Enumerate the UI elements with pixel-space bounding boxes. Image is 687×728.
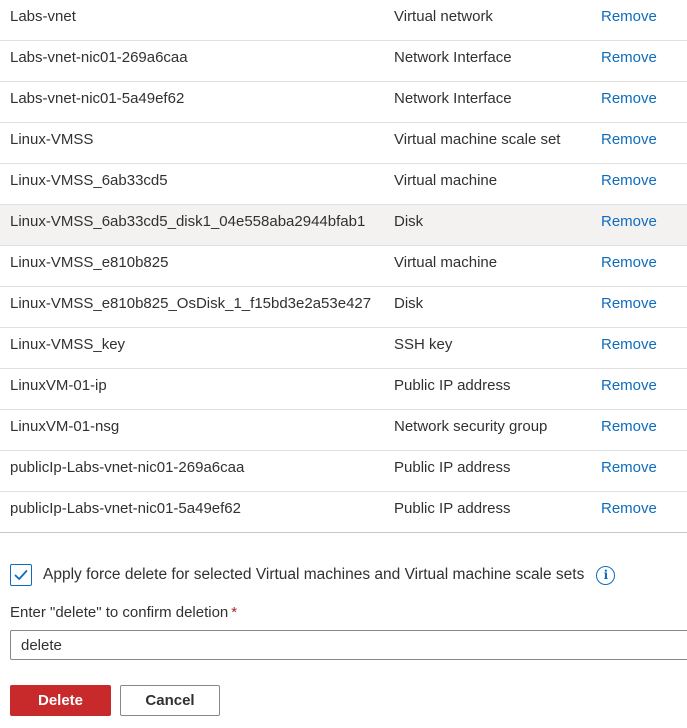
table-row: publicIp-Labs-vnet-nic01-269a6caa Public …	[0, 451, 687, 492]
remove-link[interactable]: Remove	[601, 287, 657, 327]
table-row: LinuxVM-01-nsg Network security group Remo…	[0, 410, 687, 451]
table-row: publicIp-Labs-vnet-nic01-5a49ef62 Public …	[0, 492, 687, 533]
remove-link[interactable]: Remove	[601, 205, 657, 245]
resource-type: Network Interface	[394, 90, 512, 107]
resource-name: publicIp-Labs-vnet-nic01-5a49ef62	[10, 500, 241, 517]
resource-name: Linux-VMSS_e810b825	[10, 254, 169, 271]
resource-name: Labs-vnet-nic01-269a6caa	[10, 49, 188, 66]
remove-link[interactable]: Remove	[601, 410, 657, 450]
confirm-deletion-input[interactable]	[10, 630, 687, 660]
force-delete-label: Apply force delete for selected Virtual …	[43, 566, 585, 583]
resource-name: Linux-VMSS_6ab33cd5	[10, 172, 168, 189]
resource-type: Disk	[394, 295, 424, 312]
table-row: Linux-VMSS Virtual machine scale set Remov…	[0, 123, 687, 164]
table-row: Labs-vnet Virtual network Remove	[0, 0, 687, 41]
resource-name: Linux-VMSS_key	[10, 336, 126, 353]
remove-link[interactable]: Remove	[601, 451, 657, 491]
resource-type: Network Interface	[394, 49, 512, 66]
table-row: Labs-vnet-nic01-269a6caa Network Interfac…	[0, 41, 687, 82]
cancel-button[interactable]: Cancel	[120, 685, 220, 716]
checkmark-icon	[14, 570, 28, 580]
remove-link[interactable]: Remove	[601, 328, 657, 368]
resource-name: Labs-vnet-nic01-5a49ef62	[10, 90, 185, 107]
resource-type: Virtual machine scale set	[394, 131, 561, 148]
resource-type: Virtual network	[394, 8, 493, 25]
info-icon[interactable]: i	[596, 565, 616, 585]
table-row: Linux-VMSS_6ab33cd5_disk1_04e558aba2944b…	[0, 205, 687, 246]
table-row: Linux-VMSS_e810b825 Virtual machine Remove	[0, 246, 687, 287]
resource-name: Labs-vnet	[10, 8, 76, 25]
remove-link[interactable]: Remove	[601, 82, 657, 122]
resource-table: Labs-vnet Virtual network Remove Labs-vnet-…	[0, 0, 687, 533]
remove-link[interactable]: Remove	[601, 0, 657, 40]
resource-name: publicIp-Labs-vnet-nic01-269a6caa	[10, 459, 245, 476]
resource-name: Linux-VMSS	[10, 131, 94, 148]
required-indicator: *	[231, 604, 238, 621]
resource-name: Linux-VMSS_e810b825_OsDisk_1_f15bd3e2a53…	[10, 295, 372, 312]
resource-type: Virtual machine	[394, 254, 498, 271]
confirm-deletion-label: Enter "delete" to confirm deletion *	[10, 604, 237, 621]
resource-name: Linux-VMSS_6ab33cd5_disk1_04e558aba2944b…	[10, 213, 366, 230]
table-row: Linux-VMSS_e810b825_OsDisk_1_f15bd3e2a53…	[0, 287, 687, 328]
resource-type: Disk	[394, 213, 424, 230]
table-row: Linux-VMSS_6ab33cd5 Virtual machine Remove	[0, 164, 687, 205]
resource-type: Virtual machine	[394, 172, 498, 189]
remove-link[interactable]: Remove	[601, 369, 657, 409]
resource-type: Public IP address	[394, 377, 511, 394]
resource-type: Public IP address	[394, 500, 511, 517]
confirm-deletion-text: Enter "delete" to confirm deletion	[10, 604, 229, 621]
remove-link[interactable]: Remove	[601, 246, 657, 286]
resource-type: Network security group	[394, 418, 548, 435]
resource-type: Public IP address	[394, 459, 511, 476]
force-delete-option: Apply force delete for selected Virtual …	[10, 562, 616, 588]
remove-link[interactable]: Remove	[601, 164, 657, 204]
remove-link[interactable]: Remove	[601, 41, 657, 81]
remove-link[interactable]: Remove	[601, 123, 657, 163]
remove-link[interactable]: Remove	[601, 492, 657, 532]
resource-name: LinuxVM-01-ip	[10, 377, 107, 394]
resource-type: SSH key	[394, 336, 453, 353]
force-delete-checkbox[interactable]	[10, 564, 32, 586]
delete-button[interactable]: Delete	[10, 685, 111, 716]
table-row: Labs-vnet-nic01-5a49ef62 Network Interfac…	[0, 82, 687, 123]
table-row: LinuxVM-01-ip Public IP address Remove	[0, 369, 687, 410]
resource-name: LinuxVM-01-nsg	[10, 418, 120, 435]
table-row: Linux-VMSS_key SSH key Remove	[0, 328, 687, 369]
